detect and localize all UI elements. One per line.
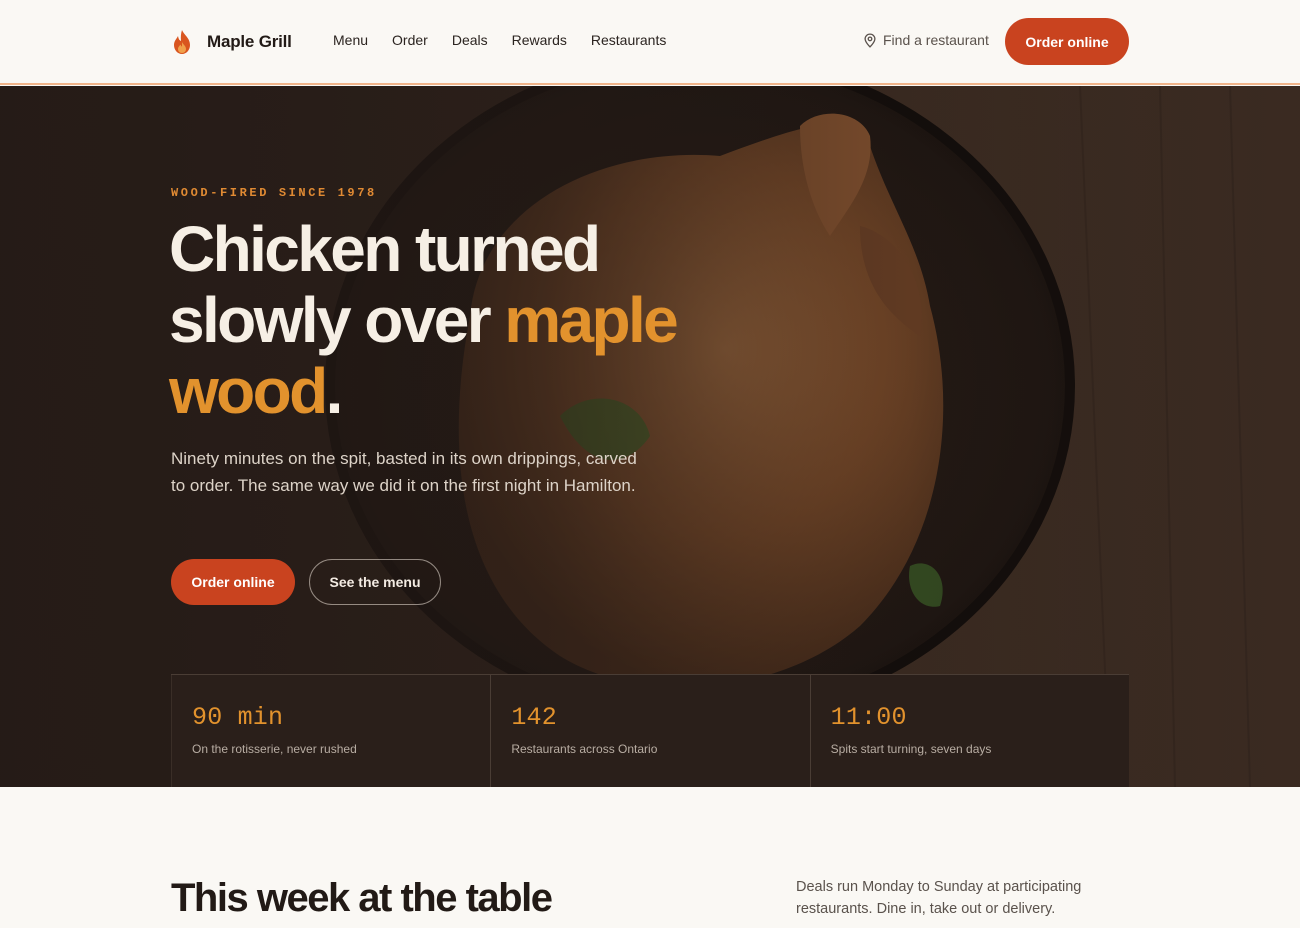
- map-pin-icon: [864, 32, 876, 48]
- find-restaurant-label: Find a restaurant: [883, 32, 989, 48]
- stat-item: 142 Restaurants across Ontario: [490, 675, 809, 787]
- order-online-button[interactable]: Order online: [171, 559, 295, 605]
- stat-label: Restaurants across Ontario: [511, 742, 658, 756]
- stat-value: 142: [511, 703, 557, 732]
- hero: WOOD-FIRED SINCE 1978 Chicken turned slo…: [0, 86, 1300, 787]
- nav-link-menu[interactable]: Menu: [333, 32, 368, 48]
- stat-label: On the rotisserie, never rushed: [192, 742, 357, 756]
- stat-value: 90 min: [192, 703, 284, 732]
- stat-value: 11:00: [830, 703, 907, 732]
- hero-description: Ninety minutes on the spit, basted in it…: [171, 449, 637, 495]
- stat-item: 11:00 Spits start turning, seven days: [809, 675, 1129, 787]
- section-note: Deals run Monday to Sunday at participat…: [796, 879, 1082, 917]
- nav-link-restaurants[interactable]: Restaurants: [591, 32, 666, 48]
- stats-strip: 90 min On the rotisserie, never rushed 1…: [171, 674, 1129, 787]
- brand-name: Maple Grill: [207, 32, 292, 51]
- stat-item: 90 min On the rotisserie, never rushed: [171, 675, 490, 787]
- hero-eyebrow: WOOD-FIRED SINCE 1978: [171, 186, 377, 200]
- hero-headline: Chicken turned slowly over maple wood.: [169, 214, 769, 427]
- section-title: This week at the table: [171, 876, 553, 920]
- nav-link-order[interactable]: Order: [392, 32, 428, 48]
- header-order-online-button[interactable]: Order online: [1005, 18, 1129, 65]
- hero-headline-end: .: [325, 355, 344, 427]
- nav-link-rewards[interactable]: Rewards: [512, 32, 567, 48]
- stat-label: Spits start turning, seven days: [830, 742, 992, 756]
- see-menu-button[interactable]: See the menu: [309, 559, 441, 605]
- find-restaurant-link[interactable]: Find a restaurant: [863, 32, 989, 48]
- logo[interactable]: Maple Grill: [171, 28, 292, 56]
- flame-icon: [174, 30, 190, 54]
- hero-actions: Order online See the menu: [171, 559, 441, 605]
- site-header: Maple Grill Menu Order Deals Rewards Res…: [0, 0, 1300, 85]
- main-nav: Menu Order Deals Rewards Restaurants: [333, 32, 666, 48]
- nav-link-deals[interactable]: Deals: [452, 32, 488, 48]
